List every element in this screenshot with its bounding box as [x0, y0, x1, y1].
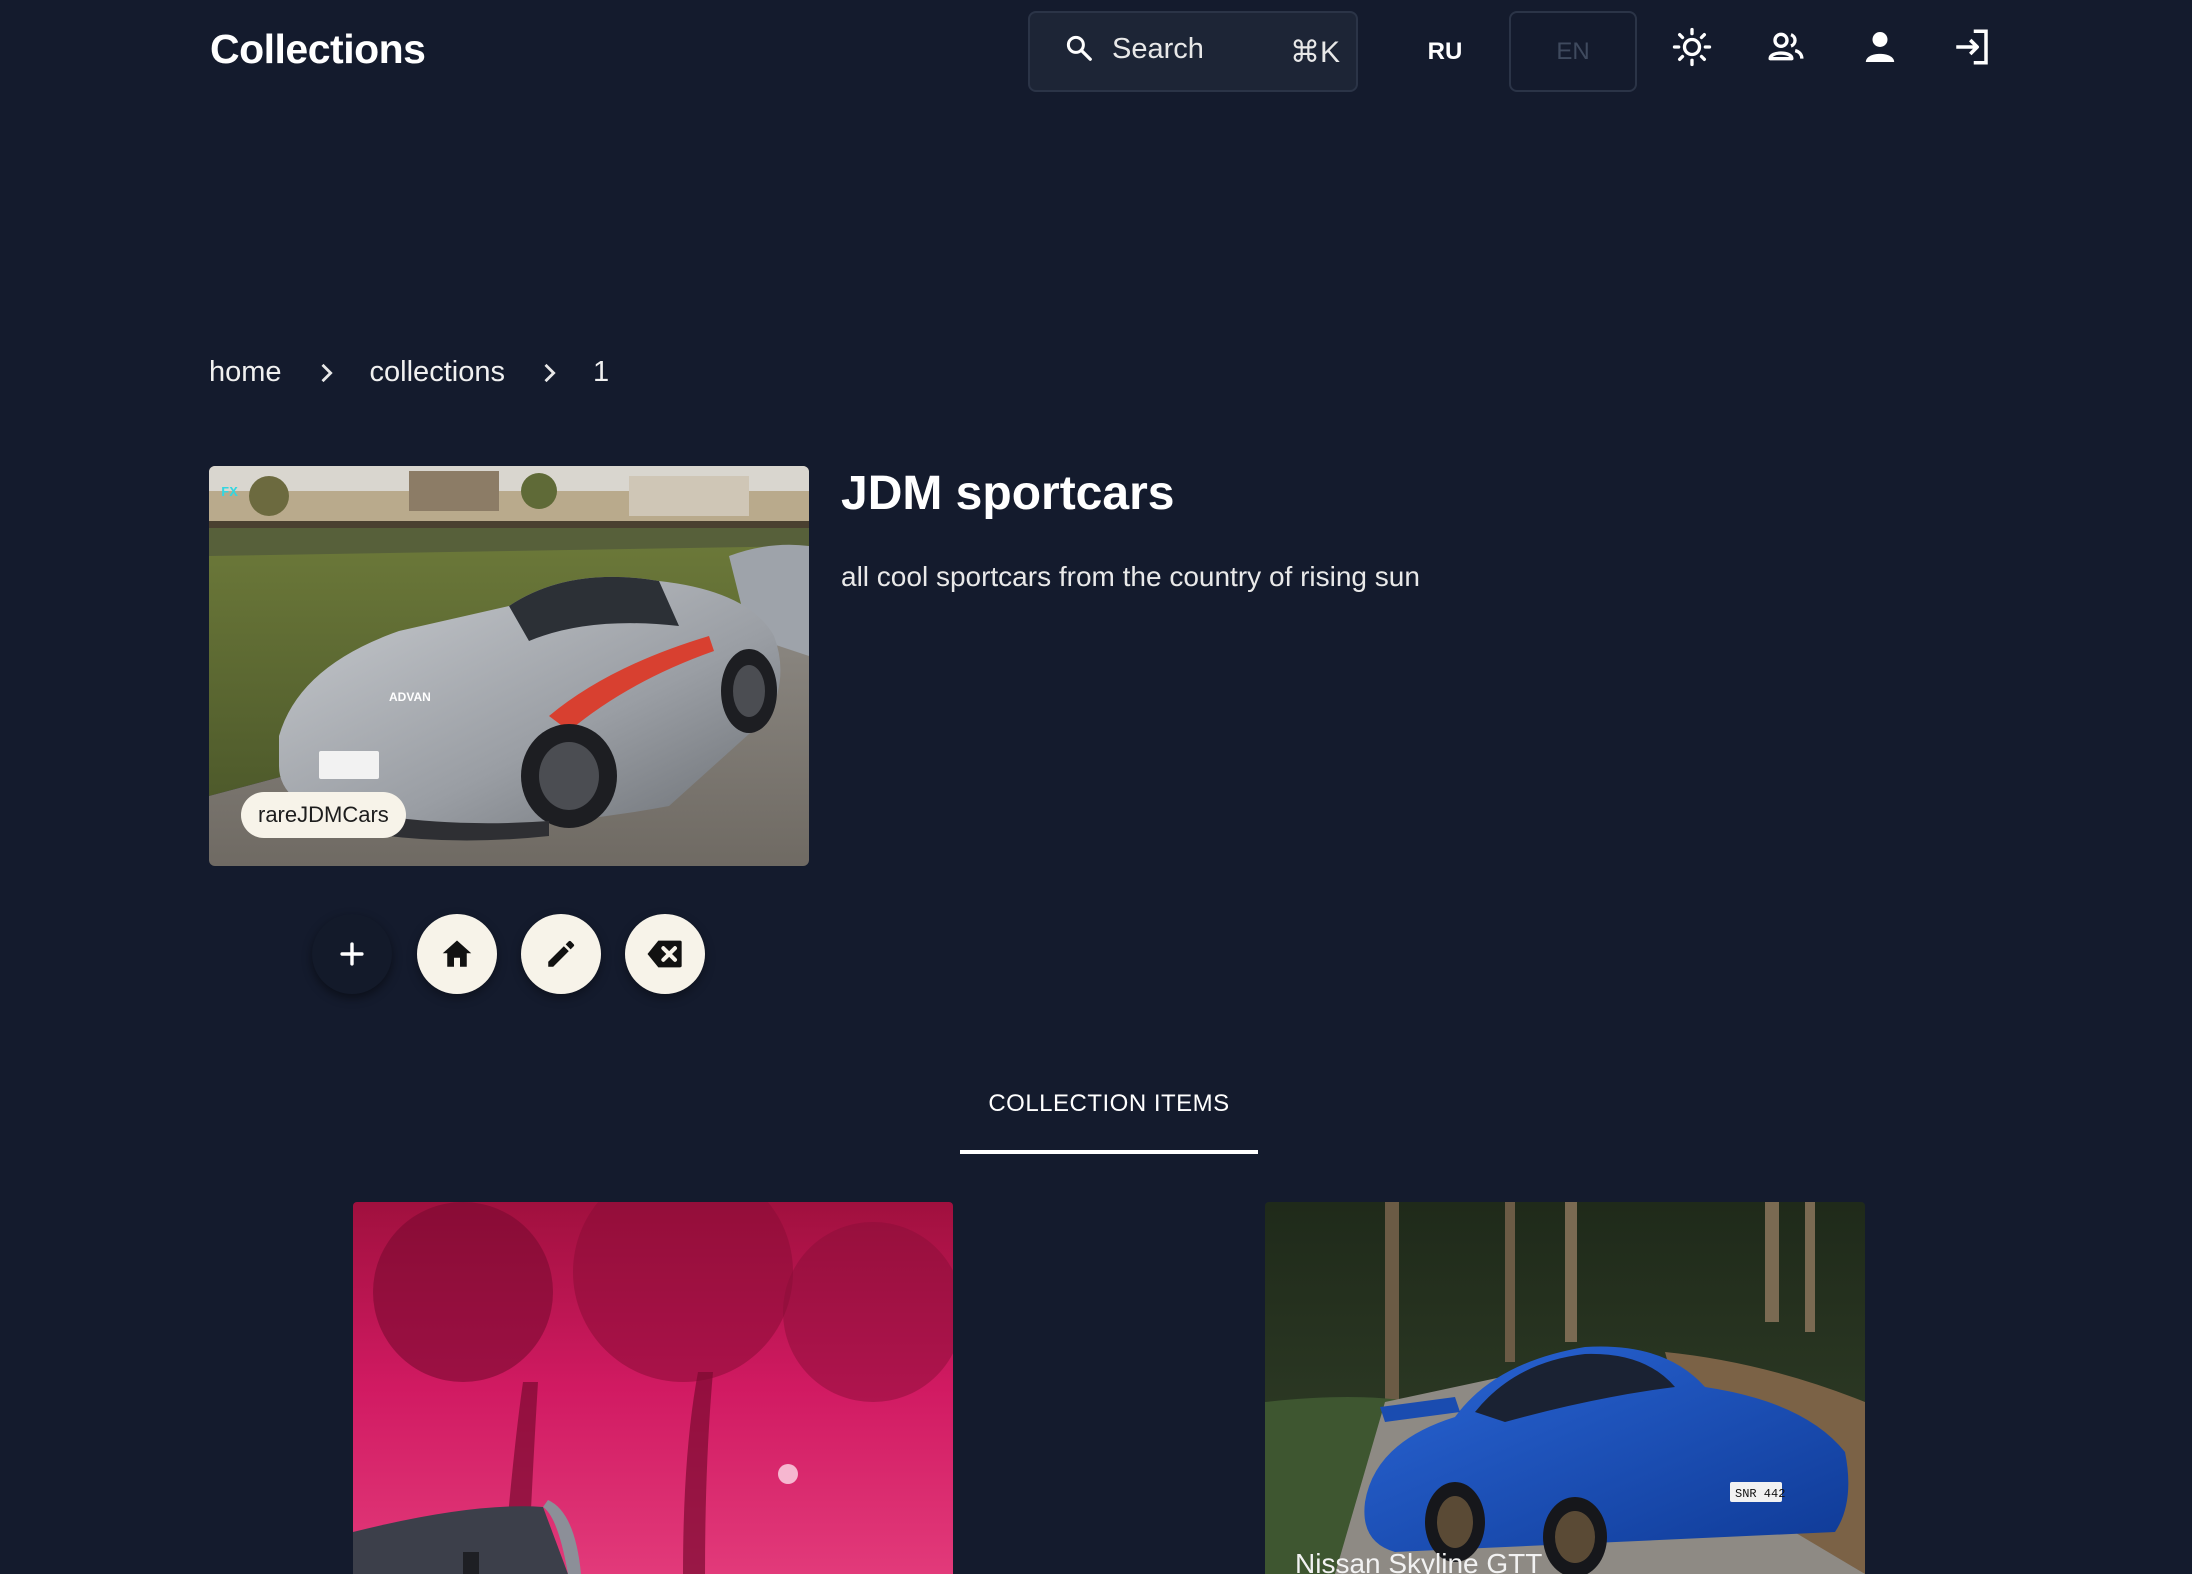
- svg-text:SNR 442: SNR 442: [1735, 1487, 1785, 1501]
- search-button[interactable]: Search ⌘K: [1028, 11, 1358, 92]
- tab-label: COLLECTION ITEMS: [988, 1090, 1230, 1117]
- item-photo: SNR 442: [1265, 1202, 1865, 1574]
- users-button[interactable]: [1764, 25, 1808, 69]
- search-icon: [1066, 35, 1092, 61]
- backspace-delete-icon: [647, 940, 682, 968]
- home-button[interactable]: [417, 914, 497, 994]
- edit-collection-button[interactable]: [521, 914, 601, 994]
- item-photo: [353, 1202, 953, 1574]
- breadcrumb: home collections 1: [209, 356, 609, 389]
- users-icon: [1768, 32, 1804, 61]
- theme-toggle-button[interactable]: [1670, 25, 1714, 69]
- breadcrumb-collections-link[interactable]: collections: [370, 356, 505, 389]
- search-label: Search: [1112, 33, 1204, 65]
- breadcrumb-current: 1: [592, 356, 610, 388]
- collection-description: all cool sportcars from the country of r…: [841, 561, 1420, 592]
- collection-title: JDM sportcars: [841, 467, 1175, 520]
- collection-cover-image: ADVAN FX rareJDMCars: [209, 466, 809, 866]
- user-icon: [1865, 32, 1895, 62]
- login-button[interactable]: [1950, 25, 1994, 69]
- language-ru-button[interactable]: RU: [1405, 11, 1485, 92]
- tab-collection-items[interactable]: COLLECTION ITEMS: [960, 1090, 1258, 1154]
- tag-chip[interactable]: rareJDMCars: [241, 792, 406, 838]
- svg-text:FX: FX: [221, 485, 238, 501]
- profile-button[interactable]: [1858, 25, 1902, 69]
- item-card[interactable]: SNR 442 Nissan Skyline GTT: [1265, 1202, 1865, 1574]
- plus-icon: [340, 942, 364, 966]
- search-shortcut: ⌘K: [1289, 36, 1340, 69]
- item-title: Nissan Skyline GTT: [1295, 1548, 1543, 1574]
- pencil-icon: [548, 940, 575, 967]
- app-title[interactable]: Collections: [210, 26, 426, 73]
- delete-collection-button[interactable]: [625, 914, 705, 994]
- sun-icon: [1672, 27, 1712, 67]
- svg-text:ADVAN: ADVAN: [389, 690, 431, 704]
- add-item-button[interactable]: [312, 914, 392, 994]
- home-icon: [442, 940, 472, 967]
- item-card[interactable]: [353, 1202, 953, 1574]
- tab-indicator: [960, 1150, 1258, 1154]
- chevron-right-icon: [321, 363, 333, 382]
- login-icon: [1956, 29, 1988, 65]
- language-en-button[interactable]: EN: [1509, 11, 1637, 92]
- chevron-right-icon: [544, 363, 556, 382]
- breadcrumb-home-link[interactable]: home: [209, 356, 282, 389]
- top-app-bar: Collections Search ⌘K RU EN: [0, 0, 2192, 106]
